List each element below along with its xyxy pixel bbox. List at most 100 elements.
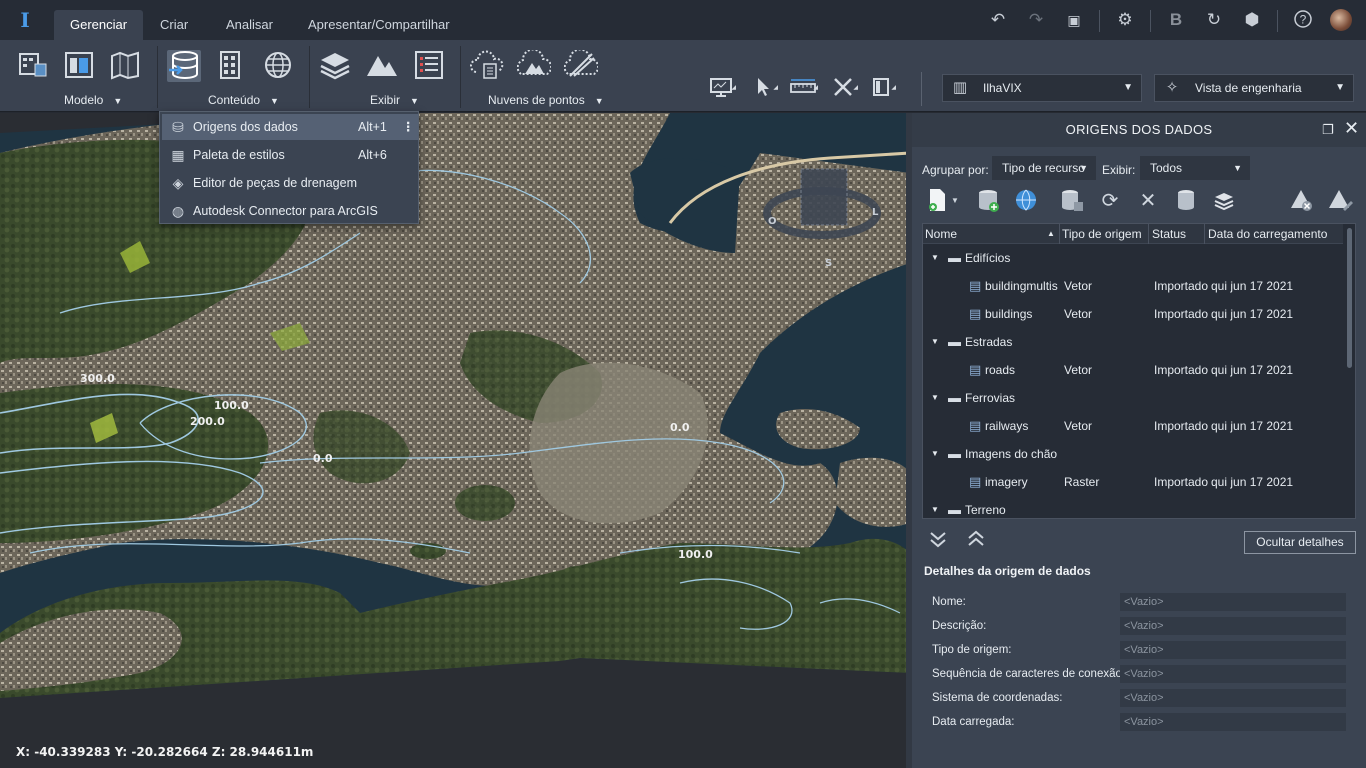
point-cloud-terrain-button[interactable] — [516, 48, 553, 82]
hide-details-button[interactable]: Ocultar detalhes — [1244, 531, 1356, 554]
model-properties-button[interactable] — [16, 50, 50, 82]
point-cloud-filter-button[interactable] — [563, 48, 600, 82]
column-divider — [1204, 224, 1205, 244]
tree-folder-row[interactable]: ▼ ▬ Imagens do chão — [923, 440, 1343, 468]
group-label-exibir[interactable]: Exibir ▼ — [370, 93, 419, 107]
gear-icon[interactable]: ⚙ — [1114, 9, 1136, 31]
globe-icon: ◍ — [171, 203, 185, 219]
layer-stack-icon[interactable] — [1210, 187, 1238, 215]
restore-window-icon[interactable]: ❐ — [1322, 122, 1334, 138]
3d-viewport[interactable]: 300.0 100.0 200.0 0.0 0.0 100.0 O L S — [0, 113, 910, 768]
menu-item-origens-dos-dados[interactable]: ⛁ Origens dos dados Alt+1 ⋮ — [162, 114, 418, 140]
terrain-map[interactable]: 300.0 100.0 200.0 0.0 0.0 100.0 O L S — [0, 113, 910, 768]
tab-apresentar-compartilhar[interactable]: Apresentar/Compartilhar — [292, 10, 466, 40]
presentation-icon[interactable]: ◢ — [706, 76, 736, 104]
tab-gerenciar[interactable]: Gerenciar — [54, 10, 144, 40]
collapse-all-icon[interactable] — [966, 529, 986, 554]
column-header-status[interactable]: Status — [1152, 224, 1186, 244]
close-icon[interactable]: ✕ — [1344, 118, 1359, 139]
expand-arrow-icon[interactable]: ▼ — [931, 496, 939, 518]
chevron-down-icon: ▼ — [113, 96, 123, 106]
delete-icon[interactable]: ✕ — [1134, 187, 1162, 215]
group-label-conteudo[interactable]: Conteúdo ▼ — [208, 93, 279, 107]
edit-style-icon[interactable] — [1326, 187, 1354, 215]
detail-value-data-carregada: <Vazio> — [1120, 713, 1346, 731]
ribbon-separator — [460, 46, 461, 108]
folder-icon: ▬ — [948, 502, 961, 517]
tree-folder-row[interactable]: ▼ ▬ Edifícios — [923, 244, 1343, 272]
chevron-down-icon: ▼ — [270, 96, 279, 106]
expand-arrow-icon[interactable]: ▼ — [931, 328, 939, 356]
tab-analisar[interactable]: Analisar — [210, 10, 289, 40]
tree-file-row[interactable]: ▤ buildingmultis Vetor Importado qui jun… — [923, 272, 1343, 300]
group-by-select[interactable]: Tipo de recurso ▼ — [992, 156, 1096, 180]
refresh-icon[interactable]: ⟳ — [1096, 187, 1124, 215]
content-dropdown-menu: ⛁ Origens dos dados Alt+1 ⋮ ▦ Paleta de … — [159, 111, 419, 224]
database-settings-icon[interactable] — [1058, 187, 1086, 215]
measure-icon[interactable]: ◢ — [788, 76, 818, 104]
model-select[interactable]: ▥ IlhaVIX ▼ — [942, 74, 1142, 102]
style-palette-button[interactable] — [213, 50, 247, 82]
file-icon: ▤ — [969, 362, 982, 377]
redo-icon[interactable]: ↷ — [1025, 9, 1047, 31]
undo-icon[interactable]: ↶ — [987, 9, 1009, 31]
detail-label-descricao: Descrição: — [932, 620, 987, 632]
chevron-down-icon[interactable]: ▼ — [948, 187, 962, 215]
terrain-button[interactable] — [365, 50, 399, 82]
expand-arrow-icon[interactable]: ▼ — [931, 384, 939, 412]
data-sources-tree[interactable]: Nome ▲ Tipo de origem Status Data do car… — [922, 223, 1356, 519]
more-options-icon[interactable]: ⋮ — [402, 114, 415, 140]
expand-all-icon[interactable] — [928, 529, 948, 554]
column-header-data-do-carregamento[interactable]: Data do carregamento — [1208, 224, 1327, 244]
list-view-button[interactable] — [412, 50, 446, 82]
panel-icon[interactable]: ◢ — [866, 76, 896, 104]
data-sources-button[interactable] — [167, 50, 201, 82]
column-header-nome[interactable]: Nome — [925, 224, 957, 244]
group-label-modelo[interactable]: Modelo ▼ — [64, 93, 122, 107]
menu-item-paleta-de-estilos[interactable]: ▦ Paleta de estilos Alt+6 — [162, 142, 418, 168]
expand-arrow-icon[interactable]: ▼ — [931, 244, 939, 272]
view-select[interactable]: ✧ Vista de engenharia ▼ — [1154, 74, 1354, 102]
detail-label-nome: Nome: — [932, 596, 966, 608]
show-select[interactable]: Todos ▼ — [1140, 156, 1250, 180]
model-view-button[interactable] — [62, 50, 96, 82]
file-icon: ▤ — [969, 306, 982, 321]
group-label-nuvens-de-pontos[interactable]: Nuvens de pontos ▼ — [488, 93, 604, 107]
tree-folder-row[interactable]: ▼ ▬ Estradas — [923, 328, 1343, 356]
column-header-tipo-de-origem[interactable]: Tipo de origem — [1062, 224, 1142, 244]
tree-scrollbar[interactable] — [1347, 228, 1352, 368]
file-icon: ▤ — [969, 474, 982, 489]
contour-label: 0.0 — [670, 421, 690, 434]
sync-icon[interactable]: ↻ — [1203, 9, 1225, 31]
database-icon[interactable] — [1172, 187, 1200, 215]
add-database-icon[interactable] — [974, 187, 1002, 215]
expand-arrow-icon[interactable]: ▼ — [931, 440, 939, 468]
map-sheet-button[interactable] — [108, 50, 142, 82]
tools-icon[interactable]: ◢ — [828, 76, 858, 104]
column-divider — [1059, 224, 1060, 244]
arcgis-connector-button[interactable] — [261, 50, 295, 82]
cube-icon[interactable]: ⬢ — [1241, 9, 1263, 31]
menu-item-autodesk-connector-arcgis[interactable]: ◍ Autodesk Connector para ArcGIS — [162, 198, 418, 224]
tree-header: Nome ▲ Tipo de origem Status Data do car… — [923, 224, 1343, 244]
tree-folder-row[interactable]: ▼ ▬ Ferrovias — [923, 384, 1343, 412]
sort-asc-icon[interactable]: ▲ — [1047, 224, 1055, 244]
layers-button[interactable] — [318, 50, 352, 82]
tab-criar[interactable]: Criar — [144, 10, 204, 40]
help-icon[interactable]: ? — [1292, 9, 1314, 31]
tree-file-row[interactable]: ▤ roads Vetor Importado qui jun 17 2021 — [923, 356, 1343, 384]
tree-folder-row[interactable]: ▼ ▬ Terreno — [923, 496, 1343, 518]
palette-icon: ▦ — [171, 147, 185, 163]
tree-file-row[interactable]: ▤ buildings Vetor Importado qui jun 17 2… — [923, 300, 1343, 328]
tree-file-row[interactable]: ▤ imagery Raster Importado qui jun 17 20… — [923, 468, 1343, 496]
screen-icon[interactable]: ▣ — [1063, 9, 1085, 31]
remove-style-icon[interactable] — [1288, 187, 1316, 215]
avatar[interactable] — [1330, 9, 1352, 31]
select-pointer-icon[interactable]: ◢ — [748, 76, 778, 104]
arcgis-globe-icon[interactable] — [1012, 187, 1040, 215]
point-cloud-import-button[interactable] — [469, 50, 504, 82]
b-icon[interactable]: B — [1165, 9, 1187, 31]
tree-file-row[interactable]: ▤ railways Vetor Importado qui jun 17 20… — [923, 412, 1343, 440]
menu-item-editor-de-pecas-de-drenagem[interactable]: ◈ Editor de peças de drenagem — [162, 170, 418, 196]
app-logo-icon[interactable]: I — [14, 8, 36, 32]
